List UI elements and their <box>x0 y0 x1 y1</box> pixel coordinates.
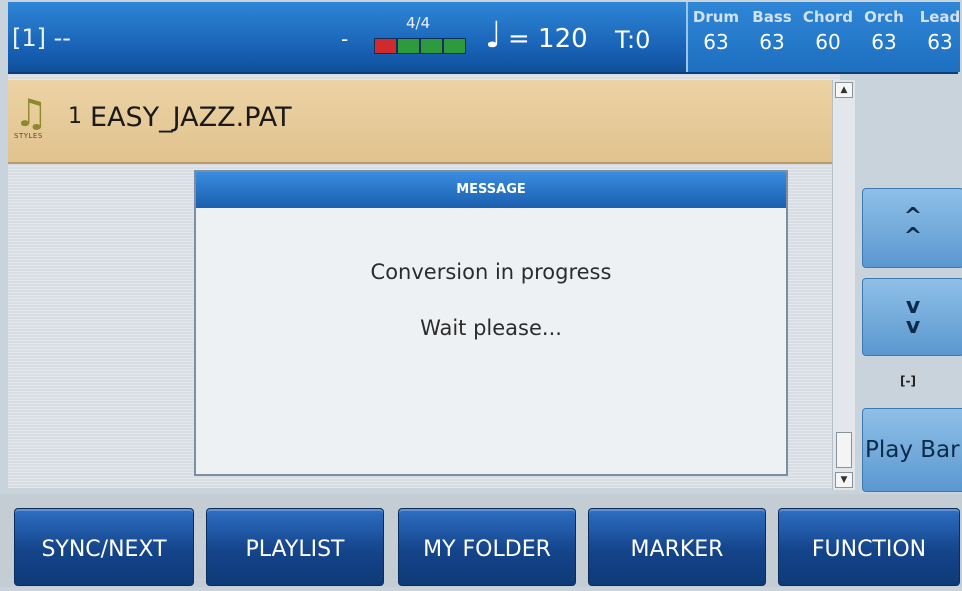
page-up-button[interactable]: ^ ^ <box>862 188 962 268</box>
marker-button[interactable]: MARKER <box>588 508 766 586</box>
volume-label: Chord <box>802 8 854 26</box>
volume-value: 63 <box>759 30 785 54</box>
beat-segment <box>421 39 442 53</box>
volume-value: 63 <box>871 30 897 54</box>
function-button[interactable]: FUNCTION <box>778 508 960 586</box>
list-item-number: 1 <box>68 104 82 129</box>
page-indicator: [-] <box>900 374 916 388</box>
volume-value: 63 <box>703 30 729 54</box>
list-item-name: EASY_JAZZ.PAT <box>90 102 292 133</box>
dialog-message: Conversion in progress <box>370 260 612 284</box>
volume-orch[interactable]: Orch 63 <box>856 8 912 54</box>
volume-value: 60 <box>815 30 841 54</box>
double-chevron-up-icon: ^ ^ <box>903 204 923 249</box>
list-item[interactable]: ♫ STYLES 1 EASY_JAZZ.PAT <box>8 80 832 164</box>
volume-value: 63 <box>927 30 953 54</box>
dialog-title: MESSAGE <box>196 172 786 208</box>
beat-segment <box>398 39 419 53</box>
scroll-thumb[interactable] <box>836 432 852 468</box>
volume-label: Orch <box>864 8 904 26</box>
volume-lead[interactable]: Lead 63 <box>912 8 962 54</box>
time-signature: 4/4 <box>406 14 431 32</box>
part-volumes: Drum 63 Bass 63 Chord 60 Orch 63 Lead 63 <box>686 2 960 72</box>
song-indicator: [1] -- <box>12 24 71 52</box>
volume-label: Lead <box>919 8 961 26</box>
double-chevron-down-icon: vv <box>905 294 921 339</box>
scroll-down-arrow-icon[interactable]: ▼ <box>835 472 853 488</box>
sync-next-button[interactable]: SYNC/NEXT <box>14 508 194 586</box>
volume-drum[interactable]: Drum 63 <box>688 8 744 54</box>
play-bar-button[interactable]: Play Bar <box>862 408 962 492</box>
function-button-bar: SYNC/NEXT PLAYLIST MY FOLDER MARKER FUNC… <box>0 494 962 587</box>
playlist-button[interactable]: PLAYLIST <box>206 508 384 586</box>
status-dot: - <box>341 27 349 51</box>
tempo-display[interactable]: = 120 <box>508 24 588 54</box>
dialog-submessage: Wait please... <box>420 316 562 340</box>
styles-icon-caption: STYLES <box>14 132 43 140</box>
beat-meter <box>374 38 466 54</box>
beat-segment <box>444 39 465 53</box>
volume-bass[interactable]: Bass 63 <box>744 8 800 54</box>
volume-chord[interactable]: Chord 60 <box>800 8 856 54</box>
list-scrollbar[interactable]: ▲ ▼ <box>832 80 855 490</box>
my-folder-button[interactable]: MY FOLDER <box>398 508 576 586</box>
beat-segment <box>375 39 396 53</box>
transpose-display[interactable]: T:0 <box>615 26 650 54</box>
scroll-up-arrow-icon[interactable]: ▲ <box>835 82 853 98</box>
file-list-area: ♫ STYLES 1 EASY_JAZZ.PAT MESSAGE Convers… <box>8 74 840 488</box>
page-down-button[interactable]: vv <box>862 278 962 356</box>
status-bar: [1] -- - 4/4 ♩ = 120 T:0 Drum 63 Bass 63… <box>8 2 960 74</box>
volume-label: Bass <box>752 8 792 26</box>
quarter-note-icon: ♩ <box>485 15 502 56</box>
volume-label: Drum <box>692 8 740 26</box>
message-dialog: MESSAGE Conversion in progress Wait plea… <box>194 170 788 476</box>
styles-icon: ♫ STYLES <box>14 91 49 140</box>
